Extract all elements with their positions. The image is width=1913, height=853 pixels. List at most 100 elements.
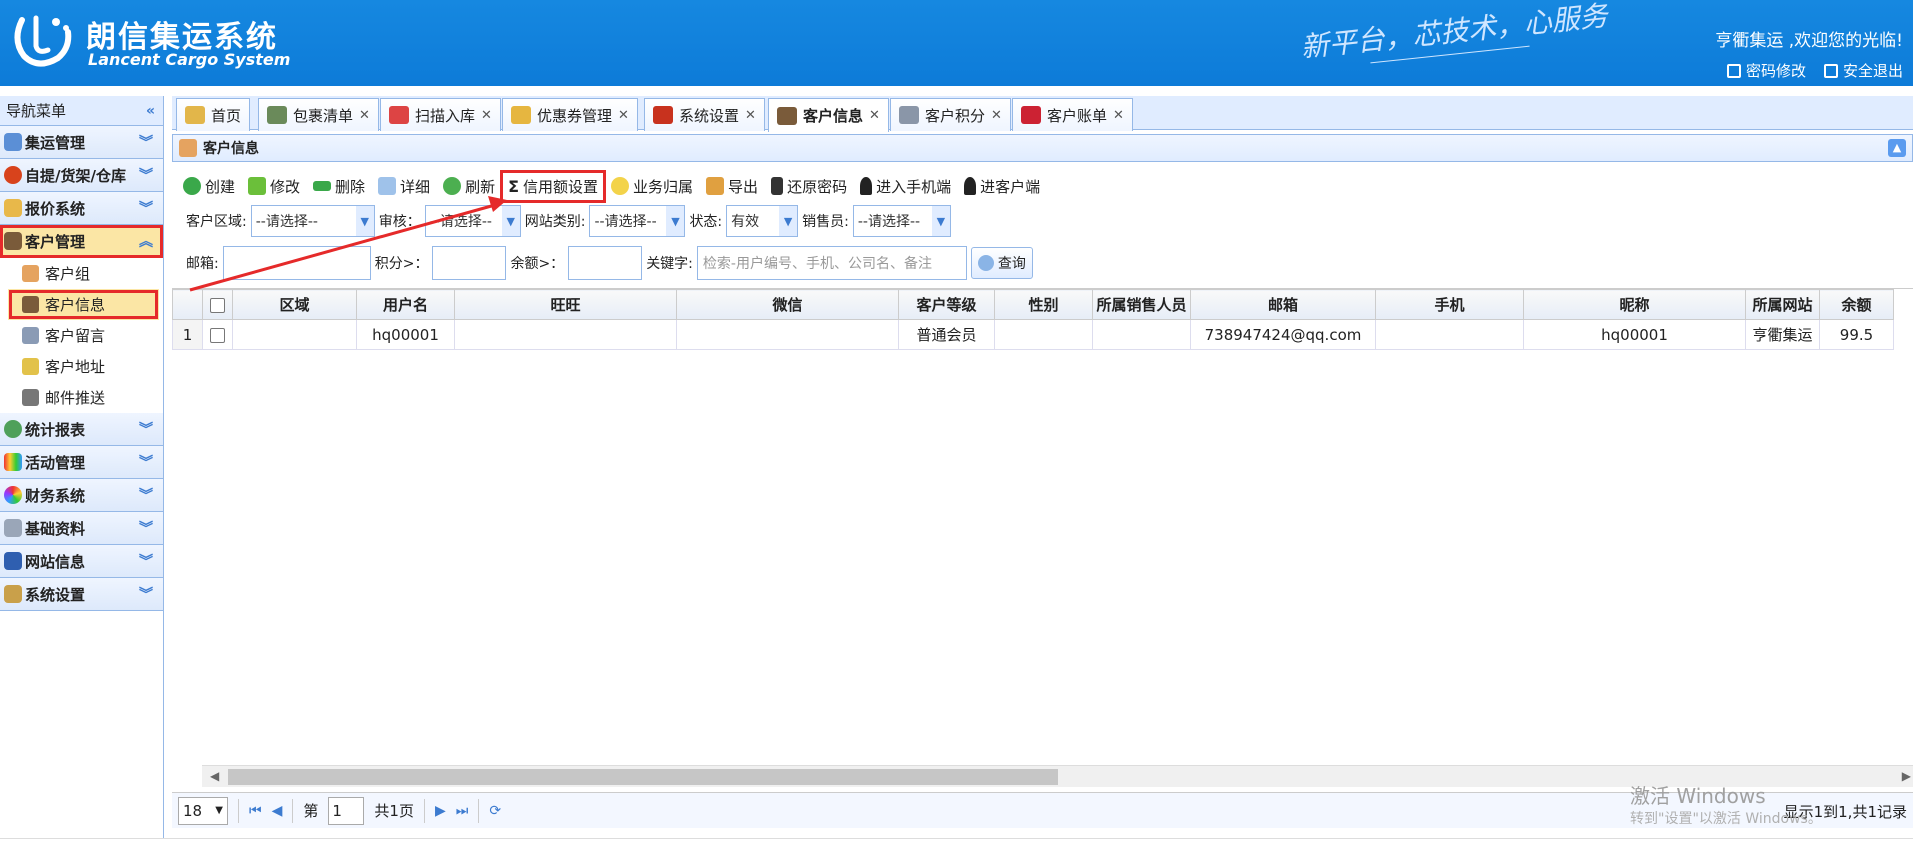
sidebar-group-website[interactable]: 网站信息 ︾ — [0, 545, 163, 578]
table-row[interactable]: 1 hq00001 普通会员 738947424@qq.com hq00001 … — [172, 319, 1894, 350]
detail-button[interactable]: 详细 — [373, 173, 435, 200]
tab-customer-points[interactable]: 客户积分 ✕ — [890, 98, 1011, 131]
logo-icon — [14, 15, 72, 67]
page-number-input[interactable]: 1 — [328, 796, 365, 825]
truck-icon — [267, 106, 287, 124]
column-header[interactable]: 用户名 — [356, 289, 455, 320]
scroll-thumb[interactable] — [228, 769, 1058, 785]
sidebar-item-customer-group[interactable]: 客户组 — [0, 258, 163, 289]
sidebar-group-shipping[interactable]: 集运管理 ︾ — [0, 126, 163, 159]
column-header[interactable]: 性别 — [994, 289, 1093, 320]
scroll-left-icon[interactable]: ◀ — [210, 769, 219, 783]
audit-select-value: --请选择-- — [429, 214, 492, 230]
prev-page-icon[interactable]: ◀ — [272, 803, 283, 819]
collapse-panel-icon[interactable]: ▲ — [1888, 139, 1906, 157]
sidebar-group-label: 统计报表 — [25, 420, 86, 439]
sidebar-group-customer[interactable]: 客户管理 ︽ — [0, 225, 163, 258]
last-page-icon[interactable]: ⏭ — [456, 803, 469, 819]
close-icon[interactable]: ✕ — [1113, 108, 1124, 123]
query-button[interactable]: 查询 — [970, 247, 1033, 279]
tab-package-list[interactable]: 包裹清单 ✕ — [258, 98, 379, 131]
balance-field[interactable] — [568, 246, 643, 280]
sidebar-group-warehouse[interactable]: 自提/货架/仓库 ︾ — [0, 159, 163, 192]
sidebar-item-customer-info[interactable]: 客户信息 — [8, 289, 159, 320]
sidebar-header: 导航菜单 « — [0, 96, 163, 126]
close-icon[interactable]: ✕ — [481, 108, 492, 123]
toolbar-label: 还原密码 — [787, 177, 848, 196]
refresh-button[interactable]: 刷新 — [438, 173, 500, 200]
column-header[interactable]: 客户等级 — [898, 289, 995, 320]
sidebar-group-basic-data[interactable]: 基础资料 ︾ — [0, 512, 163, 545]
tab-scan-in[interactable]: 扫描入库 ✕ — [380, 98, 501, 131]
column-header[interactable]: 旺旺 — [454, 289, 677, 320]
keyword-input[interactable]: 检索-用户编号、手机、公司名、备注 — [696, 246, 967, 280]
windows-watermark-sub: 转到"设置"以激活 Windows。 — [1630, 811, 1822, 827]
region-select[interactable]: --请选择-- ▼ — [250, 205, 375, 237]
close-icon[interactable]: ✕ — [359, 108, 370, 123]
sidebar-group-reports[interactable]: 统计报表 ︾ — [0, 413, 163, 446]
hand-icon — [22, 265, 39, 282]
sidebar-title: 导航菜单 — [6, 102, 67, 120]
expand-icon: ︾ — [139, 422, 153, 438]
export-button[interactable]: 导出 — [701, 173, 763, 200]
edit-button[interactable]: 修改 — [243, 173, 305, 200]
change-password-link[interactable]: 密码修改 — [1726, 60, 1806, 81]
collapse-sidebar-icon[interactable]: « — [146, 103, 155, 119]
separator — [292, 798, 294, 823]
column-header[interactable]: 所属网站 — [1745, 289, 1820, 320]
business-assign-button[interactable]: 业务归属 — [606, 173, 698, 200]
tab-customer-info[interactable]: 客户信息 ✕ — [768, 98, 889, 132]
page-size-select[interactable]: 18 ▼ — [178, 796, 228, 825]
mobile-login-button[interactable]: 进入手机端 — [855, 173, 956, 200]
delete-button[interactable]: 删除 — [308, 173, 370, 200]
column-header[interactable]: 邮箱 — [1190, 289, 1376, 320]
tab-home[interactable]: 首页 — [176, 98, 251, 131]
sidebar-group-activity[interactable]: 活动管理 ︾ — [0, 446, 163, 479]
reload-icon[interactable]: ⟳ — [489, 803, 501, 819]
create-button[interactable]: 创建 — [178, 173, 240, 200]
sidebar-item-customer-address[interactable]: 客户地址 — [0, 351, 163, 382]
tab-label: 包裹清单 — [293, 106, 354, 125]
column-header[interactable]: 微信 — [676, 289, 899, 320]
scroll-right-icon[interactable]: ▶ — [1902, 769, 1911, 783]
minus-icon — [313, 181, 332, 191]
points-field[interactable] — [432, 246, 507, 280]
close-icon[interactable]: ✕ — [991, 108, 1002, 123]
column-header[interactable]: 余额 — [1819, 289, 1894, 320]
first-page-icon[interactable]: ⏮ — [249, 803, 262, 819]
site-select[interactable]: --请选择-- ▼ — [589, 205, 686, 237]
expand-icon: ︾ — [139, 488, 153, 504]
globe-icon — [4, 420, 22, 438]
sales-select[interactable]: --请选择-- ▼ — [852, 205, 951, 237]
client-login-button[interactable]: 进客户端 — [959, 173, 1045, 200]
expand-icon: ︾ — [139, 521, 153, 537]
close-icon[interactable]: ✕ — [869, 108, 880, 123]
sidebar-item-email-push[interactable]: 邮件推送 — [0, 382, 163, 413]
audit-select[interactable]: --请选择-- ▼ — [424, 205, 521, 237]
close-icon[interactable]: ✕ — [745, 108, 756, 123]
close-icon[interactable]: ✕ — [618, 108, 629, 123]
credit-limit-button[interactable]: Σ 信用额设置 — [500, 169, 607, 203]
column-header[interactable]: 手机 — [1375, 289, 1524, 320]
column-header[interactable]: 昵称 — [1523, 289, 1746, 320]
next-page-icon[interactable]: ▶ — [435, 803, 446, 819]
sidebar-item-customer-message[interactable]: 客户留言 — [0, 320, 163, 351]
cell-wechat — [676, 319, 899, 350]
column-header[interactable]: 所属销售人员 — [1092, 289, 1191, 320]
email-field[interactable] — [222, 246, 371, 280]
select-all-checkbox[interactable] — [210, 297, 225, 313]
filter-row-2: 邮箱: 积分>： 余额>： 关键字: 检索-用户编号、手机、公司名、备注 查询 — [186, 245, 1033, 281]
status-select[interactable]: 有效 ▼ — [726, 205, 799, 237]
tab-coupons[interactable]: 优惠券管理 ✕ — [502, 98, 638, 131]
reset-password-button[interactable]: 还原密码 — [766, 173, 852, 200]
sidebar-group-settings[interactable]: 系统设置 ︾ — [0, 578, 163, 611]
row-checkbox[interactable] — [210, 327, 225, 343]
expand-icon: ︾ — [139, 168, 153, 184]
sidebar-group-finance[interactable]: 财务系统 ︾ — [0, 479, 163, 512]
tab-customer-bill[interactable]: 客户账单 ✕ — [1012, 98, 1133, 131]
tab-system-settings[interactable]: 系统设置 ✕ — [644, 98, 765, 131]
sidebar-group-quote[interactable]: 报价系统 ︾ — [0, 192, 163, 225]
column-header[interactable]: 区域 — [232, 289, 357, 320]
logout-link[interactable]: 安全退出 — [1823, 60, 1903, 81]
region-select-value: --请选择-- — [255, 214, 318, 230]
